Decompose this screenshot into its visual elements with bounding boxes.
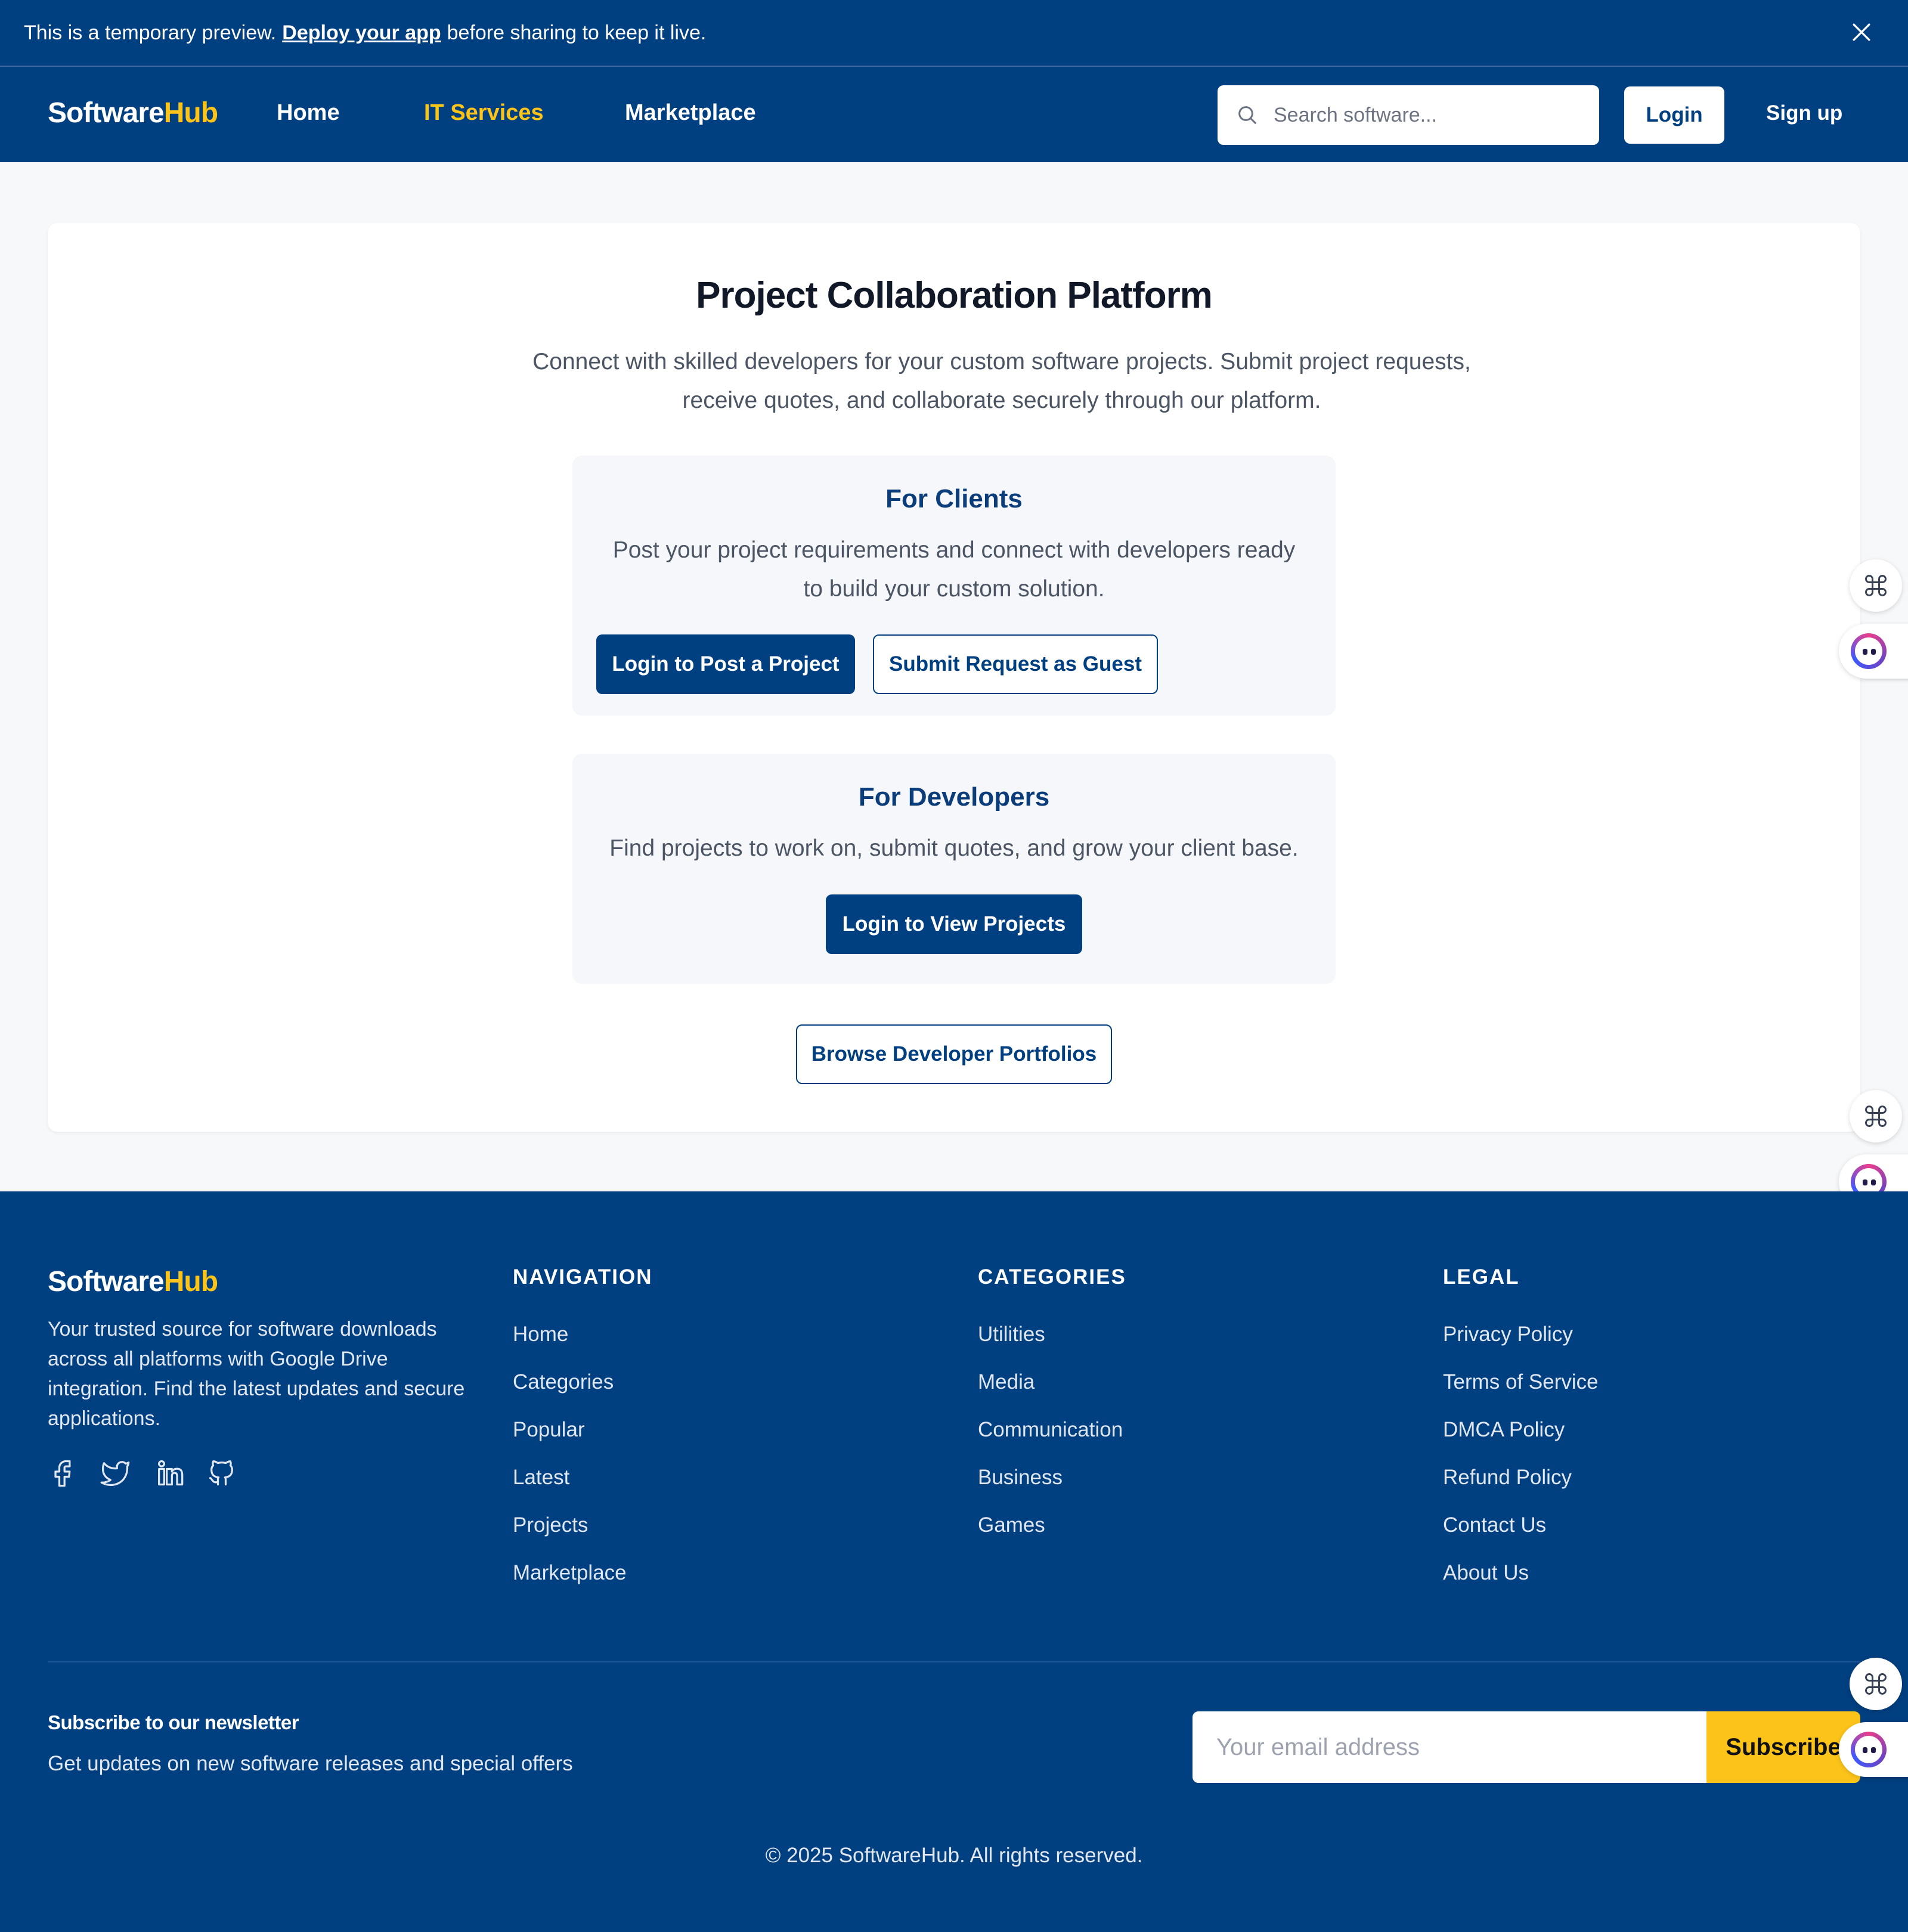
banner-text-after: before sharing to keep it live. bbox=[447, 21, 707, 44]
assistant-icon bbox=[1851, 633, 1887, 669]
nav-home[interactable]: Home bbox=[277, 100, 340, 126]
command-widget-button[interactable] bbox=[1850, 559, 1902, 612]
footer-link-utilities[interactable]: Utilities bbox=[978, 1323, 1045, 1346]
assistant-eye-right bbox=[1871, 649, 1876, 655]
footer-legal-title: LEGAL bbox=[1443, 1265, 1520, 1289]
top-navbar: SoftwareHub Home IT Services Marketplace… bbox=[0, 67, 1908, 162]
command-widget-button[interactable] bbox=[1850, 1090, 1902, 1143]
assistant-eye-left bbox=[1863, 649, 1867, 655]
intro-text: Connect with skilled developers for your… bbox=[441, 342, 1562, 420]
newsletter-email-input[interactable] bbox=[1192, 1711, 1706, 1783]
footer-link-terms[interactable]: Terms of Service bbox=[1443, 1370, 1599, 1394]
footer-link-home[interactable]: Home bbox=[513, 1323, 568, 1346]
deploy-link[interactable]: Deploy your app bbox=[282, 21, 441, 45]
main-card: Project Collaboration Platform Connect w… bbox=[48, 223, 1860, 1132]
nav-marketplace[interactable]: Marketplace bbox=[625, 100, 756, 126]
login-button[interactable]: Login bbox=[1624, 86, 1724, 144]
developers-title: For Developers bbox=[858, 782, 1050, 812]
footer-link-popular[interactable]: Popular bbox=[513, 1418, 585, 1442]
close-icon[interactable] bbox=[1848, 19, 1875, 45]
footer-link-categories[interactable]: Categories bbox=[513, 1370, 614, 1394]
footer-link-privacy[interactable]: Privacy Policy bbox=[1443, 1323, 1573, 1346]
command-icon bbox=[1865, 1673, 1887, 1695]
command-icon bbox=[1865, 1106, 1887, 1127]
assistant-eye-right bbox=[1871, 1179, 1876, 1185]
site-footer: SoftwareHub Your trusted source for soft… bbox=[0, 1191, 1908, 1932]
footer-link-media[interactable]: Media bbox=[978, 1370, 1034, 1394]
copyright: © 2025 SoftwareHub. All rights reserved. bbox=[765, 1844, 1143, 1867]
assistant-eye-left bbox=[1863, 1179, 1867, 1185]
developers-description: Find projects to work on, submit quotes,… bbox=[609, 835, 1299, 861]
twitter-icon[interactable] bbox=[100, 1457, 131, 1488]
footer-link-communication[interactable]: Communication bbox=[978, 1418, 1123, 1442]
footer-logo-software: Software bbox=[48, 1266, 165, 1298]
footer-logo[interactable]: SoftwareHub bbox=[48, 1265, 218, 1298]
page-title: Project Collaboration Platform bbox=[696, 275, 1213, 316]
preview-banner: This is a temporary preview. Deploy your… bbox=[0, 0, 1908, 67]
search-icon bbox=[1238, 106, 1256, 124]
banner-text-before: This is a temporary preview. bbox=[24, 21, 277, 44]
footer-logo-hub: Hub bbox=[163, 1266, 218, 1298]
search-box[interactable] bbox=[1218, 85, 1599, 145]
clients-title: For Clients bbox=[885, 484, 1023, 513]
assistant-eye-right bbox=[1871, 1747, 1876, 1753]
intro-line-2: receive quotes, and collaborate securely… bbox=[682, 388, 1321, 413]
clients-line-2: to build your custom solution. bbox=[803, 576, 1105, 602]
linkedin-icon[interactable] bbox=[154, 1457, 185, 1488]
clients-panel: For Clients Post your project requiremen… bbox=[572, 456, 1336, 716]
footer-navigation-title: NAVIGATION bbox=[513, 1265, 653, 1289]
github-icon[interactable] bbox=[206, 1457, 237, 1488]
site-logo[interactable]: SoftwareHub bbox=[48, 97, 218, 129]
newsletter-subtitle: Get updates on new software releases and… bbox=[48, 1752, 573, 1775]
facebook-icon[interactable] bbox=[48, 1457, 79, 1488]
footer-link-latest[interactable]: Latest bbox=[513, 1466, 569, 1490]
login-to-post-project-button[interactable]: Login to Post a Project bbox=[596, 634, 855, 694]
footer-divider bbox=[48, 1661, 1860, 1662]
assistant-widget-button[interactable] bbox=[1839, 1722, 1908, 1777]
search-input[interactable] bbox=[1274, 103, 1584, 127]
signup-button[interactable]: Sign up bbox=[1766, 101, 1842, 125]
clients-description: Post your project requirements and conne… bbox=[596, 531, 1312, 608]
newsletter-title: Subscribe to our newsletter bbox=[48, 1711, 299, 1733]
assistant-widget-button[interactable] bbox=[1839, 624, 1908, 679]
logo-text-hub: Hub bbox=[163, 97, 218, 129]
command-icon bbox=[1865, 575, 1887, 596]
browse-portfolios-button[interactable]: Browse Developer Portfolios bbox=[796, 1024, 1112, 1084]
subscribe-button[interactable]: Subscribe bbox=[1706, 1711, 1860, 1783]
footer-link-refund[interactable]: Refund Policy bbox=[1443, 1466, 1572, 1490]
footer-categories-title: CATEGORIES bbox=[978, 1265, 1126, 1289]
intro-line-1: Connect with skilled developers for your… bbox=[532, 349, 1471, 374]
footer-link-games[interactable]: Games bbox=[978, 1513, 1045, 1537]
footer-link-marketplace[interactable]: Marketplace bbox=[513, 1561, 627, 1585]
developers-panel: For Developers Find projects to work on,… bbox=[572, 754, 1336, 984]
footer-link-about[interactable]: About Us bbox=[1443, 1561, 1529, 1585]
nav-it-services[interactable]: IT Services bbox=[424, 100, 544, 126]
footer-link-contact[interactable]: Contact Us bbox=[1443, 1513, 1546, 1537]
logo-text-software: Software bbox=[48, 97, 165, 129]
footer-link-business[interactable]: Business bbox=[978, 1466, 1063, 1490]
footer-about: Your trusted source for software downloa… bbox=[48, 1318, 465, 1430]
footer-link-dmca[interactable]: DMCA Policy bbox=[1443, 1418, 1565, 1442]
clients-line-1: Post your project requirements and conne… bbox=[612, 537, 1296, 563]
footer-link-projects[interactable]: Projects bbox=[513, 1513, 588, 1537]
assistant-icon bbox=[1851, 1732, 1887, 1767]
login-to-view-projects-button[interactable]: Login to View Projects bbox=[826, 894, 1082, 954]
submit-request-guest-button[interactable]: Submit Request as Guest bbox=[873, 634, 1158, 694]
assistant-eye-left bbox=[1863, 1747, 1867, 1753]
command-widget-button[interactable] bbox=[1850, 1658, 1902, 1710]
